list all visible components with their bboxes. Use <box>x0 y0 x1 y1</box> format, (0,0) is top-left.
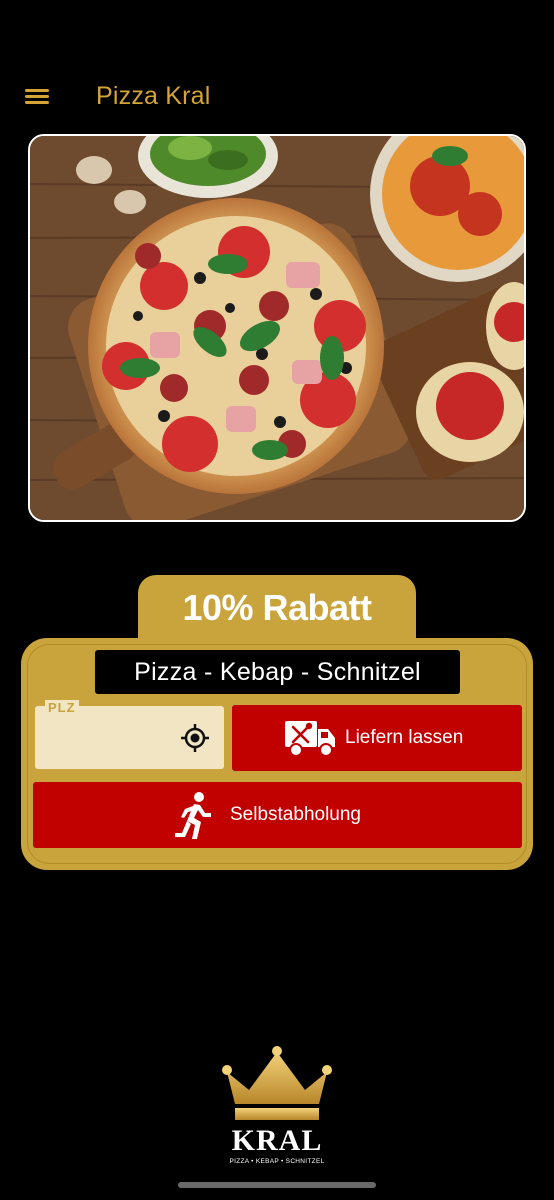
pickup-button-label: Selbstabholung <box>230 804 361 825</box>
logo-wordmark: KRAL <box>231 1124 323 1157</box>
pickup-button[interactable]: Selbstabholung <box>33 782 522 848</box>
top-app-bar: Pizza Kral <box>0 60 554 132</box>
menu-tagline: Pizza - Kebap - Schnitzel <box>95 650 460 694</box>
postal-code-input[interactable]: PLZ <box>35 700 224 769</box>
gps-locate-icon[interactable] <box>180 723 210 753</box>
crown-icon <box>222 1046 332 1120</box>
logo-subtitle: PIZZA • KEBAP • SCHNITZEL <box>229 1158 325 1165</box>
delivery-truck-icon <box>284 719 336 759</box>
home-indicator[interactable] <box>178 1182 376 1188</box>
app-title: Pizza Kral <box>96 82 211 110</box>
brand-logo: KRAL PIZZA • KEBAP • SCHNITZEL <box>219 1046 335 1170</box>
discount-text: 10% Rabatt <box>182 587 372 628</box>
discount-badge: 10% Rabatt <box>138 575 416 641</box>
postal-code-label: PLZ <box>45 700 79 715</box>
walking-person-icon <box>173 791 213 841</box>
deliver-button[interactable]: Liefern lassen <box>232 705 522 771</box>
hamburger-menu-icon[interactable] <box>22 84 52 108</box>
hero-food-image <box>28 134 526 522</box>
deliver-button-label: Liefern lassen <box>345 727 464 748</box>
